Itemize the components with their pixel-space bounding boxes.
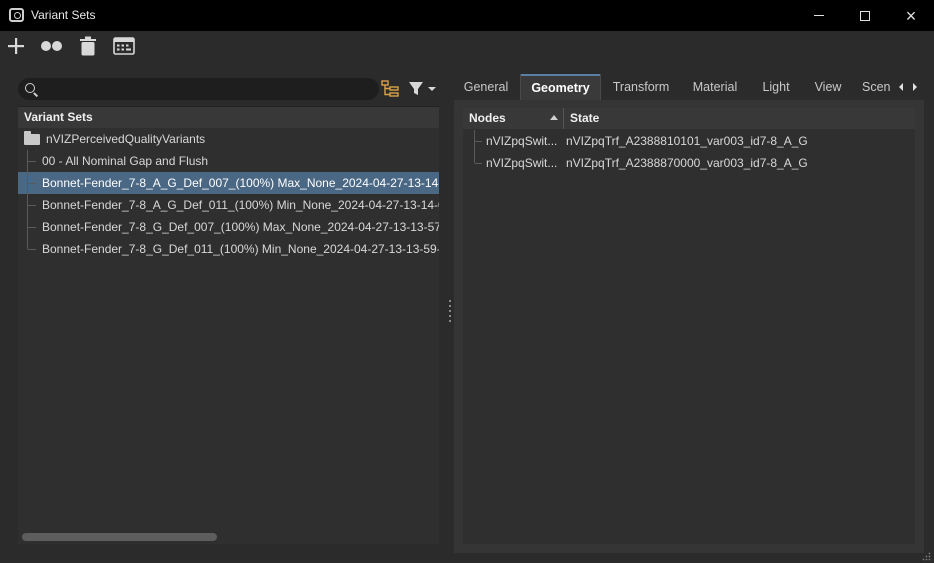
filter-icon: [409, 82, 436, 95]
tab-bar: General Geometry Transform Material Ligh…: [454, 74, 934, 100]
tab-scroll-left-icon[interactable]: [899, 83, 903, 91]
tree-branch-line: [474, 130, 483, 152]
tree-item-label: Bonnet-Fender_7-8_G_Def_011_(100%) Min_N…: [42, 242, 439, 256]
tree-item-label: Bonnet-Fender_7-8_A_G_Def_007_(100%) Max…: [42, 176, 439, 190]
node-cell: nVIZpqSwit...: [486, 156, 558, 170]
state-cell[interactable]: nVIZpqTrf_A2388810101_var003_id7-8_A_G: [566, 130, 808, 152]
tab-view[interactable]: View: [808, 74, 848, 100]
tree-root-label: nVIZPerceivedQualityVariants: [46, 132, 206, 146]
toolbar: [0, 31, 934, 61]
tab-scroll-right-icon[interactable]: [913, 83, 917, 91]
window-title: Variant Sets: [31, 8, 96, 22]
tree-item-selected[interactable]: Bonnet-Fender_7-8_A_G_Def_007_(100%) Max…: [18, 172, 439, 194]
title-bar: Variant Sets ×: [0, 0, 934, 31]
two-dots-icon: [41, 41, 62, 51]
nodes-state-table: Nodes State nVIZpqSwit... nVIZpqTrf_A238…: [463, 108, 915, 544]
link-button[interactable]: [40, 35, 64, 57]
tab-scroll-arrows: [898, 81, 922, 93]
tree-item-label: 00 - All Nominal Gap and Flush: [42, 154, 209, 168]
tree-item-label: Bonnet-Fender_7-8_A_G_Def_011_(100%) Min…: [42, 198, 439, 212]
column-divider[interactable]: [563, 108, 564, 129]
tree-branch-line: [474, 152, 483, 164]
sort-ascending-icon: [550, 115, 558, 120]
resize-grip-icon: [922, 552, 931, 561]
state-cell[interactable]: nVIZpqTrf_A2388870000_var003_id7-8_A_G: [566, 152, 808, 174]
calendar-button[interactable]: [112, 35, 136, 57]
search-input[interactable]: [42, 81, 372, 97]
close-icon: ×: [905, 5, 917, 26]
tree-item[interactable]: Bonnet-Fender_7-8_G_Def_007_(100%) Max_N…: [18, 216, 439, 238]
close-button[interactable]: ×: [888, 0, 934, 31]
tab-geometry[interactable]: Geometry: [520, 74, 601, 100]
delete-button[interactable]: [76, 35, 100, 57]
filter-button[interactable]: [408, 80, 438, 98]
tree-branch-line: [27, 216, 37, 238]
tree-list-icon: [381, 80, 399, 97]
table-row[interactable]: nVIZpqSwit... nVIZpqTrf_A2388870000_var0…: [463, 152, 915, 174]
tree-view-button[interactable]: [381, 80, 399, 98]
tab-general[interactable]: General: [458, 74, 514, 100]
folder-icon: [24, 131, 40, 145]
column-header-nodes[interactable]: Nodes: [469, 108, 506, 129]
minimize-icon: [814, 15, 824, 16]
tab-light[interactable]: Light: [754, 74, 798, 100]
horizontal-scrollbar[interactable]: [22, 533, 217, 541]
tree-branch-line: [27, 194, 37, 216]
tree-branch-line: [27, 172, 37, 194]
minimize-button[interactable]: [796, 0, 842, 31]
search-box: [18, 78, 379, 100]
tree-header: Variant Sets: [18, 107, 439, 128]
tab-scene[interactable]: Scen: [862, 74, 896, 100]
table-row[interactable]: nVIZpqSwit... nVIZpqTrf_A2388810101_var0…: [463, 130, 915, 152]
tree-root-node[interactable]: nVIZPerceivedQualityVariants: [18, 128, 439, 150]
node-cell: nVIZpqSwit...: [486, 134, 558, 148]
geometry-tab-content: Nodes State nVIZpqSwit... nVIZpqTrf_A238…: [454, 100, 924, 553]
resize-grip[interactable]: [921, 550, 931, 561]
camera-icon: [9, 8, 24, 22]
tree-item-label: Bonnet-Fender_7-8_G_Def_007_(100%) Max_N…: [42, 220, 439, 234]
tree-item[interactable]: 00 - All Nominal Gap and Flush: [18, 150, 439, 172]
tab-transform[interactable]: Transform: [606, 74, 676, 100]
add-button[interactable]: [4, 35, 28, 57]
maximize-button[interactable]: [842, 0, 888, 31]
variant-sets-tree: Variant Sets nVIZPerceivedQualityVariant…: [18, 106, 439, 544]
panel-splitter[interactable]: [449, 300, 452, 322]
variant-sets-panel: Variant Sets nVIZPerceivedQualityVariant…: [18, 78, 439, 544]
tab-material[interactable]: Material: [685, 74, 745, 100]
table-header: Nodes State: [463, 108, 915, 129]
tree-item[interactable]: Bonnet-Fender_7-8_G_Def_011_(100%) Min_N…: [18, 238, 439, 260]
column-header-state[interactable]: State: [570, 108, 599, 129]
plus-icon: [8, 38, 24, 54]
tree-item[interactable]: Bonnet-Fender_7-8_A_G_Def_011_(100%) Min…: [18, 194, 439, 216]
maximize-icon: [860, 10, 870, 21]
calendar-icon: [113, 37, 135, 55]
trash-icon: [80, 36, 96, 56]
tree-branch-line: [27, 238, 37, 250]
details-panel: General Geometry Transform Material Ligh…: [454, 70, 934, 553]
search-icon: [25, 83, 35, 93]
tree-branch-line: [27, 150, 37, 172]
